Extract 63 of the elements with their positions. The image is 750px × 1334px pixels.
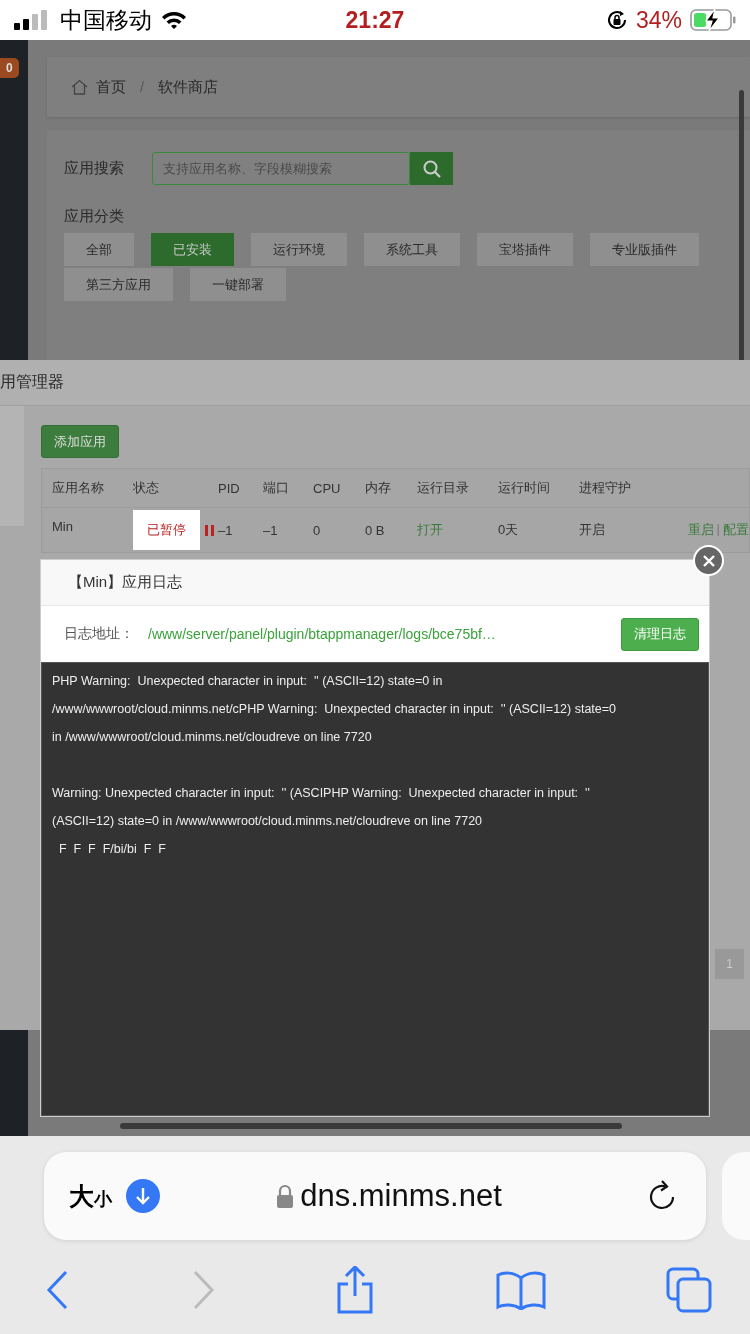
bookmarks-icon[interactable] — [495, 1270, 546, 1310]
table-cell-text: 0天 — [498, 521, 520, 539]
column-header: 进程守护 — [579, 479, 632, 497]
breadcrumb-separator: / — [140, 79, 144, 95]
add-app-button[interactable]: 添加应用 — [41, 425, 119, 458]
column-header: PID — [218, 480, 241, 496]
tabs-icon[interactable] — [666, 1267, 712, 1313]
clock-time: 21:27 — [345, 6, 405, 34]
column-header: 状态 — [133, 479, 160, 497]
orientation-lock-icon — [605, 9, 628, 31]
count-badge: 0 — [0, 58, 19, 78]
category-label: 应用分类 — [64, 207, 125, 226]
category-tab[interactable]: 专业版插件 — [590, 233, 699, 266]
carrier-name: 中国移动 — [60, 5, 152, 35]
column-header: 端口 — [263, 479, 290, 497]
table-cell-text: 开启 — [579, 521, 606, 539]
log-line: PHP Warning: Unexpected character in input: '' (ASCII=12) state=0 in — [52, 673, 444, 690]
table-cell-text: 0 B — [365, 522, 386, 538]
category-tab[interactable]: 第三方应用 — [64, 268, 173, 301]
table-cell-text: 0 — [313, 522, 322, 538]
column-header: CPU — [313, 480, 342, 496]
search-label: 应用搜索 — [64, 159, 124, 178]
category-tab[interactable]: 全部 — [64, 233, 134, 266]
column-header: 内存 — [365, 479, 392, 497]
dialog-title: 用管理器 — [0, 372, 64, 392]
lock-icon — [276, 1184, 295, 1208]
text-size-button[interactable]: 大小 — [69, 1179, 112, 1213]
status-text: 已暂停 — [133, 510, 200, 550]
address-bar[interactable]: 大小 dns.minms.net — [44, 1152, 706, 1240]
wifi-icon — [160, 9, 188, 31]
search-icon — [421, 158, 442, 179]
clear-log-button[interactable]: 清理日志 — [621, 617, 699, 651]
category-tab[interactable]: 系统工具 — [364, 233, 460, 266]
table-cell-text: Min — [52, 518, 74, 534]
log-line: /www/wwwroot/cloud.minms.net/cPHP Warning: Unexpected character in input: '' (ASCII=12) state=0 — [52, 701, 618, 718]
download-icon[interactable] — [126, 1179, 160, 1213]
breadcrumb-link[interactable]: 首页 — [96, 77, 126, 97]
breadcrumb-link[interactable]: 软件商店 — [157, 77, 218, 97]
close-icon — [701, 553, 716, 568]
log-line: (ASCII=12) state=0 in /www/wwwroot/cloud.minms.net/cloudreve on line 7720 — [52, 813, 484, 830]
url-text: dns.minms.net — [300, 1178, 502, 1214]
search-button[interactable] — [410, 152, 453, 185]
dialog-title: 【Min】应用日志 — [68, 573, 183, 592]
column-header: 运行时间 — [498, 479, 551, 497]
category-tab[interactable]: 一键部署 — [190, 268, 286, 301]
home-icon[interactable] — [71, 79, 88, 95]
table-cell-text: –1 — [263, 522, 279, 538]
back-icon[interactable] — [46, 1270, 70, 1310]
log-line: in /www/wwwroot/cloud.minms.net/cloudreve on line 7720 — [52, 729, 373, 746]
share-icon[interactable] — [335, 1266, 375, 1314]
category-tab[interactable]: 运行环境 — [251, 233, 347, 266]
column-header: 应用名称 — [52, 479, 105, 497]
log-path: /www/server/panel/plugin/btappmanager/logs/bce75bf… — [148, 626, 496, 642]
action-separator: | — [716, 521, 720, 538]
battery-charging-icon — [690, 8, 736, 32]
category-tab[interactable]: 宝塔插件 — [477, 233, 573, 266]
path-label: 日志地址： — [64, 625, 134, 643]
column-header: 运行目录 — [417, 479, 470, 497]
category-tab[interactable]: 已安装 — [151, 233, 234, 266]
log-line: Warning: Unexpected character in input: '' (ASCIPHP Warning: Unexpected character in input: '' — [52, 785, 591, 802]
table-cell-text: –1 — [218, 522, 234, 538]
battery-percent: 34% — [635, 6, 682, 34]
log-line: F F F F/bi/bi F F — [57, 841, 167, 858]
